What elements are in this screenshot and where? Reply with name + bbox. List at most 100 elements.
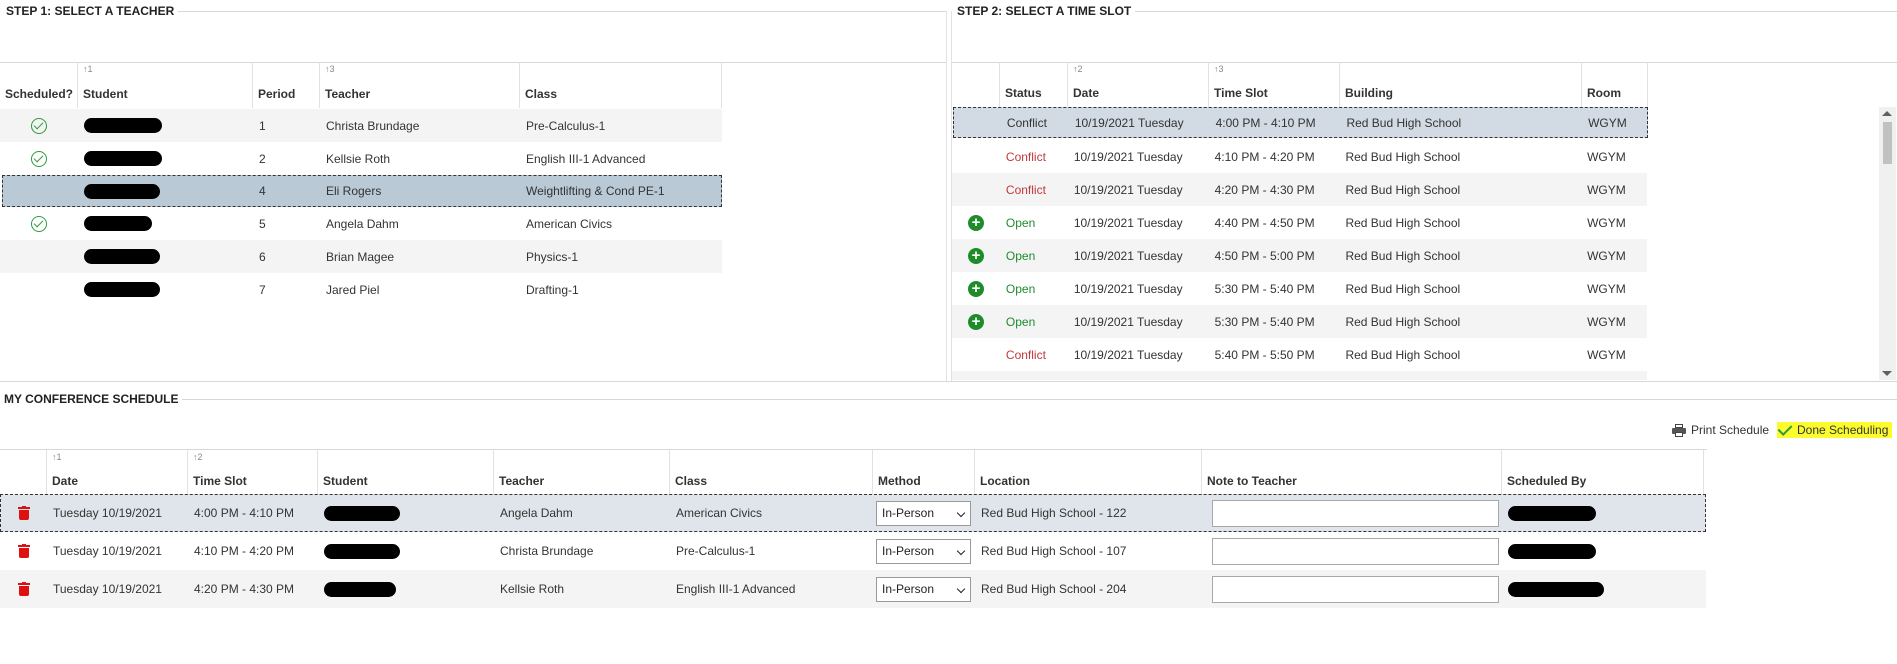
sched-location: Red Bud High School - 122 [981, 506, 1127, 520]
col-class[interactable]: Class [670, 450, 873, 495]
sched-class: English III-1 Advanced [676, 582, 796, 596]
slot-building: Red Bud High School [1345, 248, 1461, 263]
teacher-name: Brian Magee [326, 249, 395, 264]
teacher-name: Angela Dahm [326, 216, 399, 231]
slot-time: 4:10 PM - 4:20 PM [1214, 149, 1315, 164]
teacher-row[interactable]: 6 Brian Magee Physics-1 [0, 240, 722, 273]
timeslot-row[interactable]: Conflict 10/19/2021 Tuesday 5:40 PM - 5:… [952, 338, 1647, 371]
slot-date: 10/19/2021 Tuesday [1073, 149, 1183, 164]
add-slot-icon[interactable]: + [967, 313, 984, 330]
timeslot-row[interactable]: + Open 10/19/2021 Tuesday 5:30 PM - 5:40… [952, 305, 1647, 338]
col-date[interactable]: ↑1 Date [47, 450, 188, 495]
slot-building: Red Bud High School [1346, 115, 1462, 130]
add-slot-icon[interactable]: + [967, 247, 984, 264]
teacher-row[interactable]: 7 Jared Piel Drafting-1 [0, 273, 722, 306]
teacher-name: Jared Piel [326, 282, 380, 297]
schedule-top-divider [0, 381, 1897, 382]
chevron-down-icon [956, 508, 966, 517]
slot-building: Red Bud High School [1345, 182, 1461, 197]
add-slot-icon[interactable]: + [967, 214, 984, 231]
delete-trash-icon[interactable] [17, 582, 30, 596]
print-schedule-button[interactable]: Print Schedule [1672, 423, 1769, 437]
col-student[interactable]: Student [318, 450, 494, 495]
col-room[interactable]: Room [1582, 62, 1648, 107]
slot-building: Red Bud High School [1345, 149, 1461, 164]
add-slot-icon[interactable]: + [967, 280, 984, 297]
col-period[interactable]: Period [253, 62, 320, 108]
scroll-thumb[interactable] [1883, 122, 1892, 164]
method-select[interactable]: In-Person [876, 576, 971, 602]
col-method[interactable]: Method [873, 450, 975, 495]
teacher-row[interactable]: 2 Kellsie Roth English III-1 Advanced [0, 142, 722, 175]
done-scheduling-button[interactable]: Done Scheduling [1777, 420, 1893, 438]
slot-status: Open [1005, 215, 1036, 230]
step2-divider [1120, 11, 1897, 12]
sched-date: Tuesday 10/19/2021 [53, 582, 162, 596]
col-status[interactable]: Status [1000, 62, 1068, 107]
slot-date: 10/19/2021 Tuesday [1073, 281, 1183, 296]
schedule-title: MY CONFERENCE SCHEDULE [4, 392, 183, 406]
timeslot-row[interactable]: + Open 10/19/2021 Tuesday 4:40 PM - 4:50… [952, 206, 1647, 239]
slot-time: 5:30 PM - 5:40 PM [1214, 281, 1315, 296]
slot-status: Open [1005, 281, 1036, 296]
slot-building: Red Bud High School [1345, 347, 1461, 362]
sort-indicator: ↑1 [52, 452, 62, 462]
col-delete [0, 450, 47, 495]
timeslot-row-partial[interactable] [952, 371, 1647, 380]
col-class[interactable]: Class [520, 62, 722, 108]
redacted-student [84, 118, 162, 133]
sched-location: Red Bud High School - 204 [981, 582, 1127, 596]
slot-status: Open [1005, 314, 1036, 329]
step1-right-border [946, 11, 947, 381]
redacted-student [84, 216, 152, 231]
col-timeslot[interactable]: ↑2 Time Slot [188, 450, 318, 495]
teacher-row-selected[interactable]: 4 Eli Rogers Weightlifting & Cond PE-1 [2, 175, 722, 207]
redacted-student [84, 249, 160, 264]
timeslot-row[interactable]: Conflict 10/19/2021 Tuesday 4:10 PM - 4:… [952, 140, 1647, 173]
col-location[interactable]: Location [975, 450, 1202, 495]
col-date[interactable]: ↑2 Date [1068, 62, 1209, 107]
scroll-down-arrow[interactable] [1882, 371, 1892, 376]
delete-trash-icon[interactable] [17, 506, 30, 520]
note-to-teacher-input[interactable] [1212, 575, 1499, 603]
delete-trash-icon[interactable] [17, 544, 30, 558]
chevron-down-icon [956, 584, 966, 593]
timeslot-scrollbar[interactable] [1879, 107, 1896, 380]
timeslot-row[interactable]: Conflict 10/19/2021 Tuesday 4:20 PM - 4:… [952, 173, 1647, 206]
slot-time: 4:50 PM - 5:00 PM [1214, 248, 1315, 263]
col-student[interactable]: ↑1 Student [78, 62, 253, 108]
redacted-student [324, 543, 400, 559]
col-note[interactable]: Note to Teacher [1202, 450, 1502, 495]
col-scheduled-by[interactable]: Scheduled By [1502, 450, 1704, 495]
period: 1 [259, 118, 266, 133]
timeslot-row[interactable]: + Open 10/19/2021 Tuesday 5:30 PM - 5:40… [952, 272, 1647, 305]
timeslot-row-selected[interactable]: Conflict 10/19/2021 Tuesday 4:00 PM - 4:… [953, 107, 1648, 138]
scroll-up-arrow[interactable] [1882, 111, 1892, 116]
note-to-teacher-input[interactable] [1212, 537, 1499, 565]
sched-time: 4:20 PM - 4:30 PM [194, 582, 295, 596]
step2-grid-header: Status ↑2 Date ↑3 Time Slot Building Room [952, 62, 1648, 107]
schedule-row[interactable]: Tuesday 10/19/2021 4:20 PM - 4:30 PM Kel… [0, 570, 1706, 608]
teacher-name: Kellsie Roth [326, 151, 391, 166]
period: 4 [259, 184, 266, 198]
slot-building: Red Bud High School [1345, 314, 1461, 329]
schedule-row[interactable]: Tuesday 10/19/2021 4:10 PM - 4:20 PM Chr… [0, 532, 1706, 570]
col-scheduled[interactable]: Scheduled? [0, 62, 78, 108]
checkmark-icon [1777, 420, 1793, 436]
timeslot-row[interactable]: + Open 10/19/2021 Tuesday 4:50 PM - 5:00… [952, 239, 1647, 272]
scheduled-check-icon [31, 150, 47, 167]
col-building[interactable]: Building [1340, 62, 1582, 107]
slot-status: Conflict [1005, 182, 1046, 197]
method-select[interactable]: In-Person [876, 500, 971, 526]
note-to-teacher-input[interactable] [1212, 499, 1499, 527]
sched-teacher: Kellsie Roth [500, 582, 565, 596]
method-select[interactable]: In-Person [876, 538, 971, 564]
class-name: English III-1 Advanced [526, 151, 646, 166]
schedule-row-selected[interactable]: Tuesday 10/19/2021 4:00 PM - 4:10 PM Ang… [0, 494, 1706, 532]
col-teacher[interactable]: Teacher [494, 450, 670, 495]
col-teacher[interactable]: ↑3 Teacher [320, 62, 520, 108]
teacher-row[interactable]: 5 Angela Dahm American Civics [0, 207, 722, 240]
slot-room: WGYM [1587, 347, 1626, 362]
teacher-row[interactable]: 1 Christa Brundage Pre-Calculus-1 [0, 109, 722, 142]
col-timeslot[interactable]: ↑3 Time Slot [1209, 62, 1340, 107]
